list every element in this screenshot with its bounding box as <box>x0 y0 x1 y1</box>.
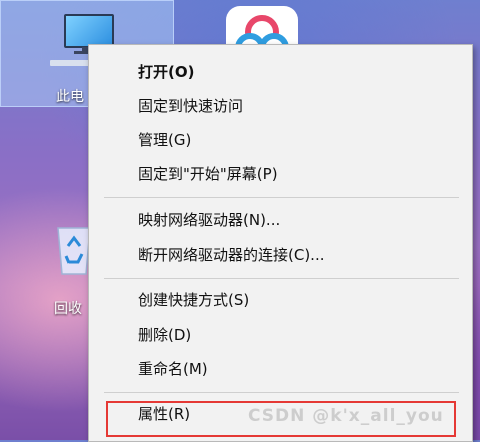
this-pc-label[interactable]: 此电 <box>56 86 84 106</box>
context-menu: 打开(O) 固定到快速访问 管理(G) 固定到"开始"屏幕(P) 映射网络驱动器… <box>88 44 473 442</box>
menu-item-manage[interactable]: 管理(G) <box>89 123 472 157</box>
menu-item-delete[interactable]: 删除(D) <box>89 318 472 352</box>
menu-separator <box>104 197 459 198</box>
menu-item-map-network-drive[interactable]: 映射网络驱动器(N)... <box>89 203 472 237</box>
keyboard-icon-part <box>50 60 92 66</box>
watermark-text: CSDN @k'x_all_you <box>248 406 444 426</box>
menu-item-pin-quick-access[interactable]: 固定到快速访问 <box>89 89 472 123</box>
menu-separator <box>104 278 459 279</box>
menu-item-rename[interactable]: 重命名(M) <box>89 352 472 386</box>
menu-item-open[interactable]: 打开(O) <box>89 55 472 89</box>
menu-item-create-shortcut[interactable]: 创建快捷方式(S) <box>89 283 472 317</box>
menu-item-pin-start[interactable]: 固定到"开始"屏幕(P) <box>89 157 472 191</box>
recycle-bin-label[interactable]: 回收 <box>54 298 82 318</box>
menu-item-disconnect-network-drive[interactable]: 断开网络驱动器的连接(C)... <box>89 238 472 272</box>
menu-separator <box>104 392 459 393</box>
